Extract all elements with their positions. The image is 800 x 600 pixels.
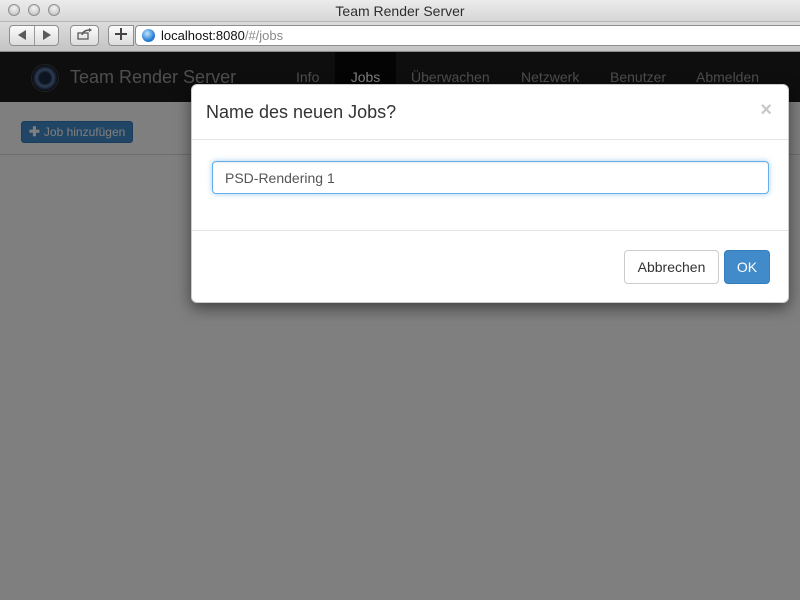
url-path: /#/jobs (244, 28, 284, 43)
share-icon (76, 28, 93, 43)
cancel-button[interactable]: Abbrechen (624, 250, 719, 284)
modal-body (192, 140, 788, 230)
new-job-dialog: Name des neuen Jobs? × Abbrechen OK (191, 84, 789, 303)
back-forward-buttons (9, 25, 59, 46)
address-bar[interactable]: localhost:8080/#/jobs (135, 25, 800, 46)
plus-icon (115, 28, 127, 43)
window-title: Team Render Server (335, 3, 465, 19)
new-tab-button[interactable] (108, 25, 134, 46)
modal-header: Name des neuen Jobs? × (192, 85, 788, 140)
job-name-input[interactable] (212, 161, 769, 194)
browser-toolbar: localhost:8080/#/jobs (0, 22, 800, 52)
toolbar-divider (34, 26, 35, 45)
close-icon[interactable]: × (760, 100, 772, 120)
modal-footer: Abbrechen OK (192, 230, 788, 303)
globe-icon (142, 29, 155, 42)
url-host: localhost:8080 (161, 28, 245, 43)
modal-title: Name des neuen Jobs? (206, 102, 397, 122)
forward-arrow-icon[interactable] (41, 29, 53, 44)
back-arrow-icon[interactable] (16, 29, 28, 44)
share-button[interactable] (70, 25, 99, 46)
ok-button[interactable]: OK (724, 250, 770, 284)
window-titlebar: Team Render Server (0, 0, 800, 22)
